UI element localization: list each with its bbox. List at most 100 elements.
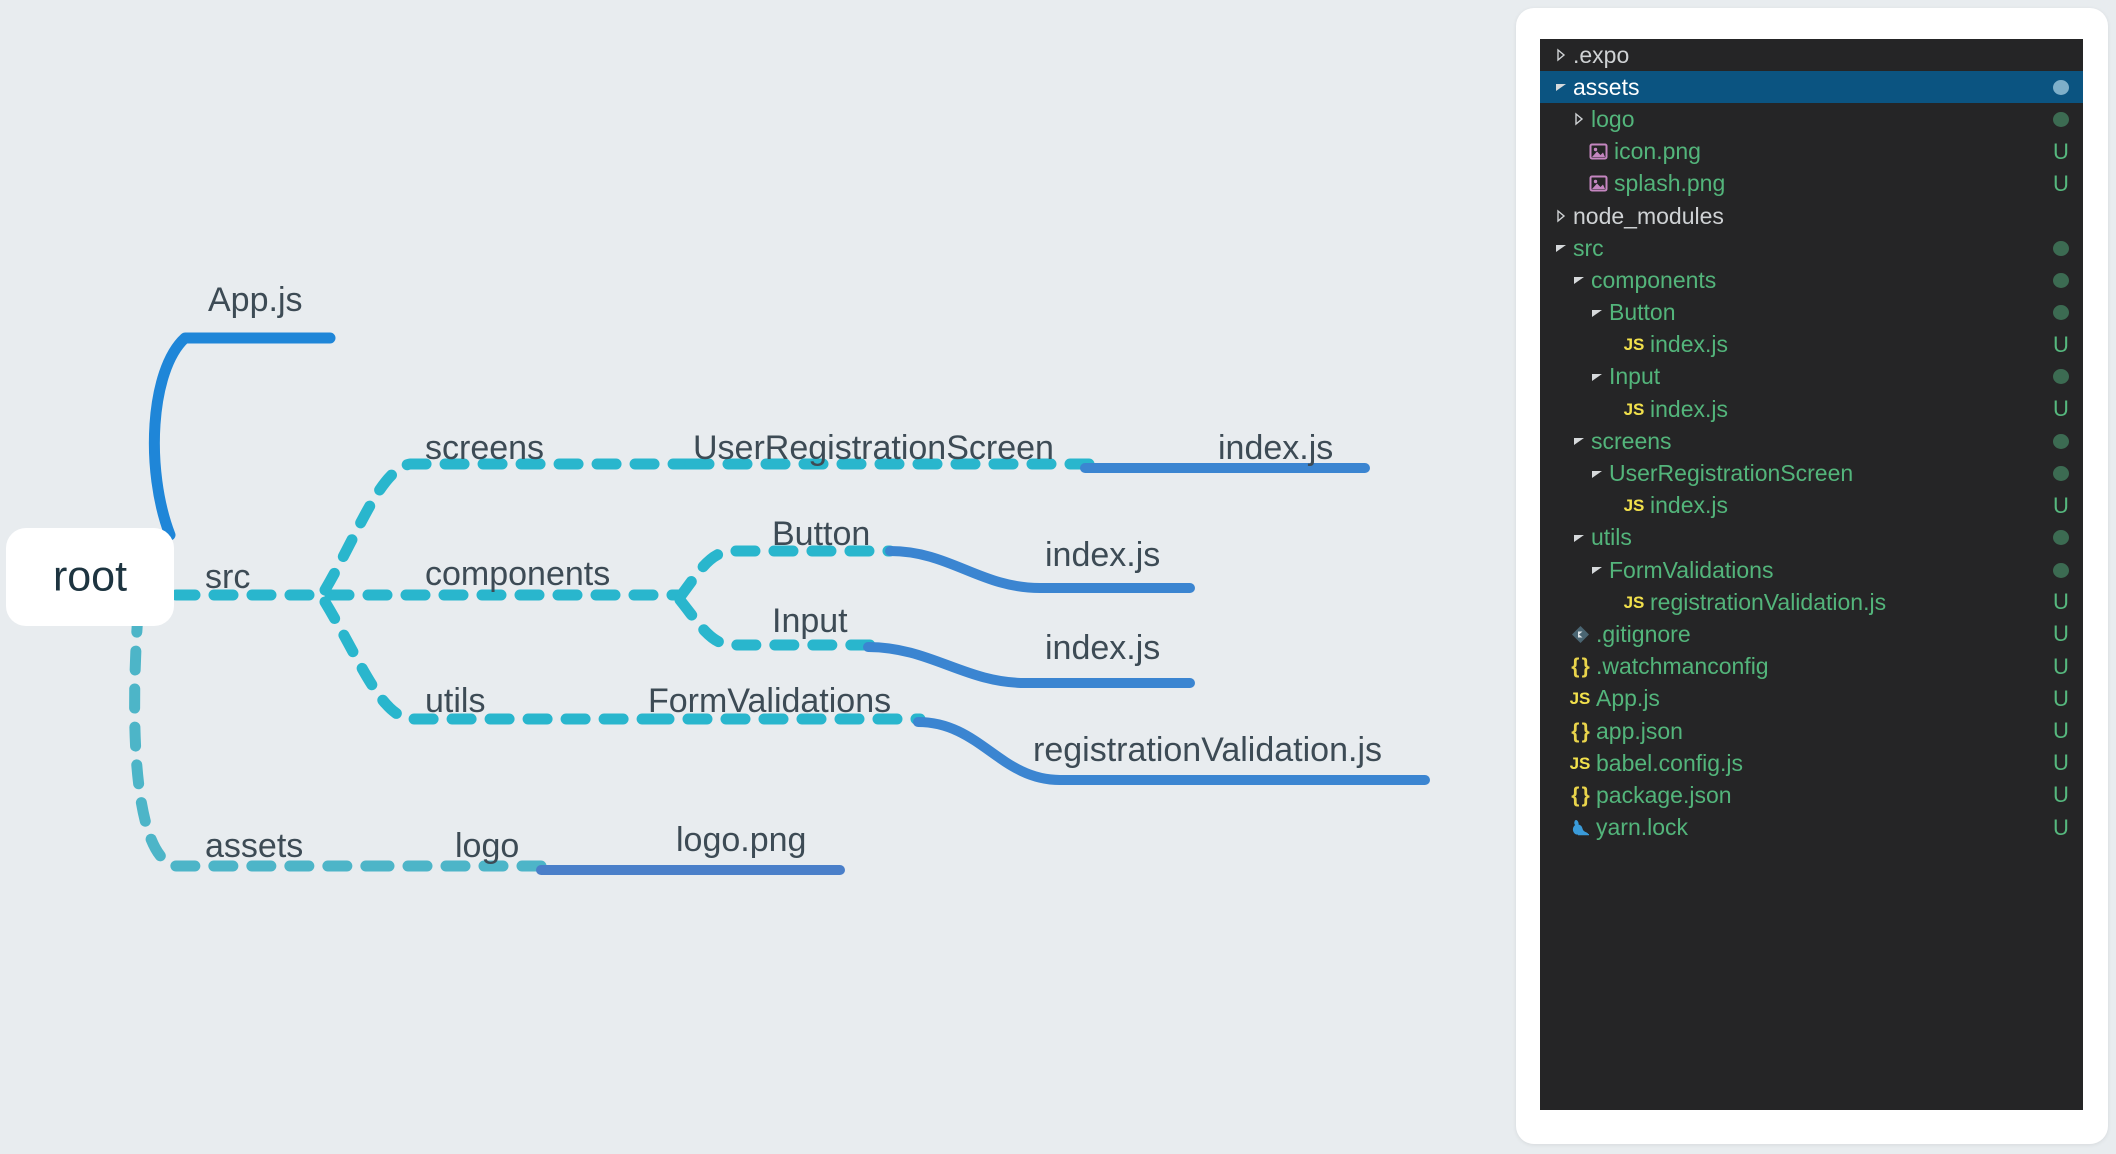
mindmap-canvas: root App.js src assets screens components uti… <box>0 0 1520 1154</box>
tree-row-gitignore[interactable]: .gitignore U <box>1540 618 2083 650</box>
tree-item-label: App.js <box>1596 685 1660 712</box>
tree-row-icon-png[interactable]: icon.png U <box>1540 136 2083 168</box>
chevron-right-icon[interactable] <box>1570 112 1587 126</box>
mindmap-node-label[interactable]: index.js <box>1045 536 1160 574</box>
tree-row-package-json[interactable]: { } package.json U <box>1540 779 2083 811</box>
tree-item-label: babel.config.js <box>1596 749 1744 776</box>
mindmap-node-label[interactable]: index.js <box>1218 429 1333 467</box>
mindmap-node-label[interactable]: logo.png <box>676 821 806 859</box>
tree-item-label: Input <box>1609 363 1661 390</box>
tree-row-babel-config-js[interactable]: JS babel.config.js U <box>1540 747 2083 779</box>
git-status-dot <box>2053 305 2069 321</box>
tree-row-index-js[interactable]: JS index.js U <box>1540 329 2083 361</box>
mindmap-node-label[interactable]: Input <box>772 602 848 640</box>
tree-row-assets[interactable]: assets <box>1540 71 2083 104</box>
tree-item-label: node_modules <box>1573 202 1724 229</box>
git-status-dot <box>2053 562 2069 578</box>
chevron-down-icon[interactable] <box>1570 273 1587 287</box>
tree-row-expo[interactable]: .expo <box>1540 39 2083 71</box>
git-status-badge: U <box>2053 138 2069 164</box>
mindmap-node-label[interactable]: utils <box>425 682 485 720</box>
git-status-badge: U <box>2053 750 2069 776</box>
tree-row-app-json[interactable]: { } app.json U <box>1540 715 2083 747</box>
chevron-down-icon[interactable] <box>1588 306 1605 320</box>
tree-row-formvalidations[interactable]: FormValidations <box>1540 554 2083 586</box>
chevron-right-icon[interactable] <box>1552 48 1569 62</box>
mindmap-node-label[interactable]: index.js <box>1045 629 1160 667</box>
yarn-file-icon <box>1569 818 1591 838</box>
git-status-dot <box>2053 240 2069 256</box>
tree-item-label: index.js <box>1650 492 1728 519</box>
git-status-badge: U <box>2053 396 2069 422</box>
tree-row-src[interactable]: src <box>1540 232 2083 264</box>
mindmap-node-label[interactable]: registrationValidation.js <box>1033 731 1382 769</box>
tree-row-components[interactable]: components <box>1540 264 2083 296</box>
js-file-icon: JS <box>1569 753 1591 773</box>
tree-item-label: FormValidations <box>1609 556 1774 583</box>
chevron-down-icon[interactable] <box>1588 370 1605 384</box>
chevron-down-icon[interactable] <box>1570 434 1587 448</box>
git-status-dot <box>2053 111 2069 127</box>
tree-item-label: logo <box>1591 105 1635 132</box>
image-file-icon <box>1587 141 1609 162</box>
tree-row-button[interactable]: Button <box>1540 297 2083 329</box>
mindmap-branch-utils[interactable] <box>319 596 656 725</box>
mindmap-node-label[interactable]: components <box>425 555 610 593</box>
mindmap-svg: root App.js src assets screens components uti… <box>6 281 1430 875</box>
tree-item-label: utils <box>1591 524 1632 551</box>
mindmap-node-label[interactable]: screens <box>425 429 544 467</box>
js-file-icon: JS <box>1623 335 1645 355</box>
chevron-down-icon[interactable] <box>1552 241 1569 255</box>
tree-row-watchmanconfig[interactable]: { } .watchmanconfig U <box>1540 651 2083 683</box>
tree-item-label: app.json <box>1596 717 1683 744</box>
tree-item-label: registrationValidation.js <box>1650 588 1887 615</box>
mindmap-node-label[interactable]: UserRegistrationScreen <box>693 429 1054 467</box>
git-status-badge: U <box>2053 492 2069 518</box>
mindmap-node-label[interactable]: FormValidations <box>648 682 891 720</box>
chevron-down-icon[interactable] <box>1552 80 1569 94</box>
git-status-dot <box>2053 466 2069 482</box>
tree-item-label: src <box>1573 234 1604 261</box>
git-status-badge: U <box>2053 814 2069 840</box>
file-explorer-tree[interactable]: .expo assets logo icon.png Usplash.png Unode_… <box>1540 39 2083 1110</box>
mindmap-node-label[interactable]: logo <box>455 827 519 865</box>
js-file-icon: JS <box>1623 399 1645 419</box>
tree-row-index-js[interactable]: JS index.js U <box>1540 393 2083 425</box>
tree-item-label: components <box>1591 266 1717 293</box>
git-status-badge: U <box>2053 589 2069 615</box>
git-status-badge: U <box>2053 170 2069 196</box>
tree-row-utils[interactable]: utils <box>1540 522 2083 554</box>
tree-row-app-js[interactable]: JS App.js U <box>1540 683 2083 715</box>
chevron-down-icon[interactable] <box>1570 531 1587 545</box>
git-status-badge: U <box>2053 782 2069 808</box>
image-file-icon <box>1587 173 1609 194</box>
tree-row-index-js[interactable]: JS index.js U <box>1540 490 2083 522</box>
tree-item-label: .watchmanconfig <box>1596 653 1769 680</box>
chevron-down-icon[interactable] <box>1588 563 1605 577</box>
mindmap-node-label[interactable]: src <box>205 558 250 596</box>
mindmap-branch-button[interactable] <box>674 545 896 603</box>
tree-row-node-modules[interactable]: node_modules <box>1540 200 2083 232</box>
tree-row-yarn-lock[interactable]: yarn.lock U <box>1540 812 2083 844</box>
tree-row-input[interactable]: Input <box>1540 361 2083 393</box>
git-status-dot <box>2053 433 2069 449</box>
mindmap-node-label[interactable]: App.js <box>208 281 303 319</box>
tree-row-splash-png[interactable]: splash.png U <box>1540 168 2083 200</box>
mindmap-branch-app-js[interactable] <box>148 332 336 541</box>
mindmap-root-node[interactable]: root <box>6 528 174 626</box>
tree-row-registrationvalidation-js[interactable]: JS registrationValidation.js U <box>1540 586 2083 618</box>
json-file-icon: { } <box>1571 655 1590 679</box>
chevron-down-icon[interactable] <box>1588 467 1605 481</box>
mindmap-node-label[interactable]: assets <box>205 827 303 865</box>
tree-row-logo[interactable]: logo <box>1540 103 2083 135</box>
chevron-right-icon[interactable] <box>1552 209 1569 223</box>
mindmap-root-label: root <box>53 552 127 600</box>
tree-item-label: index.js <box>1650 395 1728 422</box>
mindmap-node-label[interactable]: Button <box>772 515 870 553</box>
tree-item-label: index.js <box>1650 331 1728 358</box>
git-status-dot <box>2053 272 2069 288</box>
tree-row-userregistrationscreen[interactable]: UserRegistrationScreen <box>1540 457 2083 489</box>
js-file-icon: JS <box>1623 496 1645 516</box>
tree-item-label: .gitignore <box>1596 620 1691 647</box>
tree-row-screens[interactable]: screens <box>1540 425 2083 457</box>
